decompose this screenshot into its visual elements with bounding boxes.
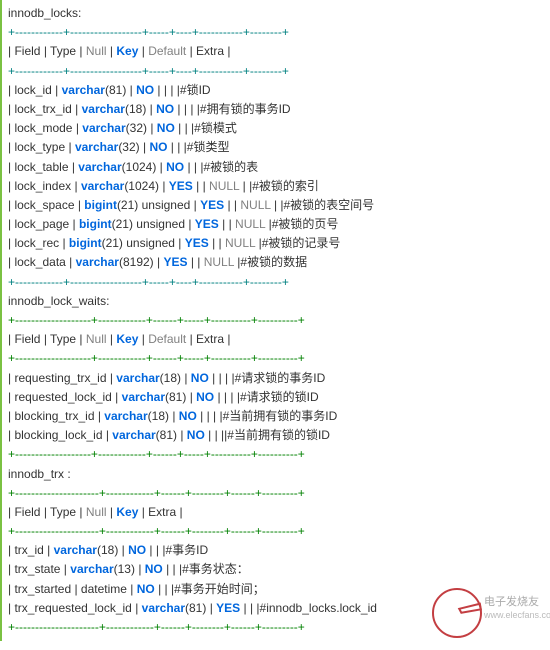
table-row: | lock_data | varchar(8192) | YES | | NU… <box>8 253 544 272</box>
code-line: +-------------------+------------+------… <box>8 311 544 330</box>
code-line: +-------------------+------------+------… <box>8 349 544 368</box>
table-name: innodb_lock_waits: <box>8 292 544 311</box>
table-row: | lock_mode | varchar(32) | NO | | |#锁模式 <box>8 119 544 138</box>
table-row: | lock_id | varchar(81) | NO | | | |#锁ID <box>8 81 544 100</box>
table-header: | Field | Type | Null | Key | Default | … <box>8 42 544 61</box>
table-row: | lock_type | varchar(32) | NO | | |#锁类型 <box>8 138 544 157</box>
table-header: | Field | Type | Null | Key | Default | … <box>8 330 544 349</box>
code-line: +---------------------+------------+----… <box>8 618 544 637</box>
code-line: +---------------------+------------+----… <box>8 522 544 541</box>
table-name: innodb_locks: <box>8 4 544 23</box>
table-row: | trx_id | varchar(18) | NO | | |#事务ID <box>8 541 544 560</box>
table-row: | requested_lock_id | varchar(81) | NO |… <box>8 388 544 407</box>
table-row: | trx_state | varchar(13) | NO | | |#事务状… <box>8 560 544 579</box>
table-header: | Field | Type | Null | Key | Extra | <box>8 503 544 522</box>
table-row: | lock_trx_id | varchar(18) | NO | | | |… <box>8 100 544 119</box>
table-row: | lock_table | varchar(1024) | NO | | |#… <box>8 158 544 177</box>
table-row: | lock_rec | bigint(21) unsigned | YES |… <box>8 234 544 253</box>
document-content: innodb_locks:+------------+-------------… <box>0 0 550 641</box>
code-line: +---------------------+------------+----… <box>8 484 544 503</box>
table-row: | trx_requested_lock_id | varchar(81) | … <box>8 599 544 618</box>
table-row: | lock_page | bigint(21) unsigned | YES … <box>8 215 544 234</box>
code-line: +------------+------------------+-----+-… <box>8 23 544 42</box>
table-row: | requesting_trx_id | varchar(18) | NO |… <box>8 369 544 388</box>
code-line: +-------------------+------------+------… <box>8 445 544 464</box>
code-line: +------------+------------------+-----+-… <box>8 62 544 81</box>
code-line: +------------+------------------+-----+-… <box>8 273 544 292</box>
table-row: | blocking_lock_id | varchar(81) | NO | … <box>8 426 544 445</box>
table-row: | blocking_trx_id | varchar(18) | NO | |… <box>8 407 544 426</box>
table-name: innodb_trx : <box>8 465 544 484</box>
table-row: | lock_space | bigint(21) unsigned | YES… <box>8 196 544 215</box>
table-row: | trx_started | datetime | NO | | |#事务开始… <box>8 580 544 599</box>
table-row: | lock_index | varchar(1024) | YES | | N… <box>8 177 544 196</box>
